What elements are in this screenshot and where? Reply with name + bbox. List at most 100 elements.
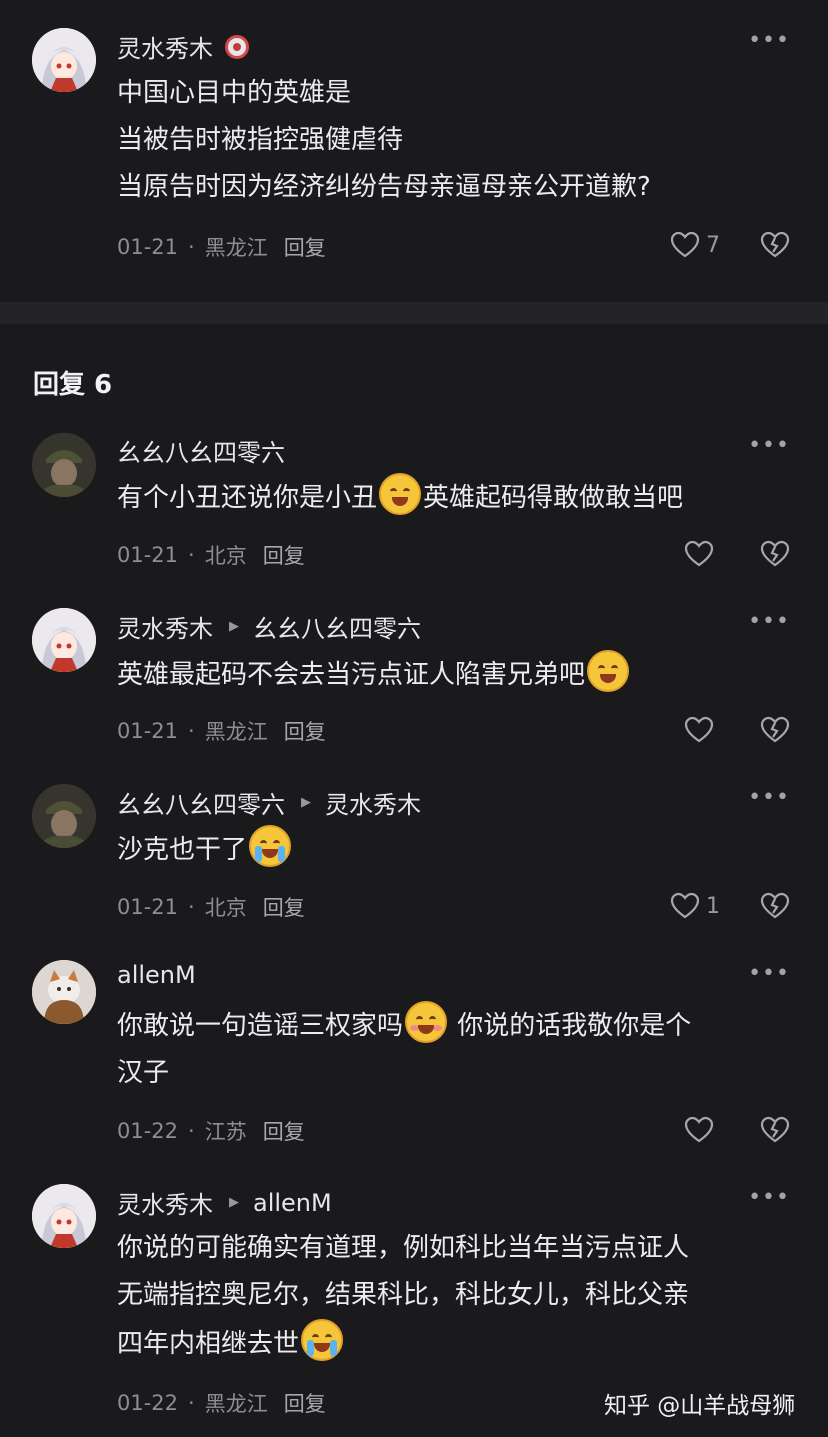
comment-meta: 01-21 · 北京 回复: [117, 540, 305, 570]
section-divider: [0, 302, 828, 324]
author-name[interactable]: 幺幺八幺四零六: [117, 433, 285, 468]
like-count: 7: [706, 232, 720, 258]
watermark: 知乎 @山羊战母狮: [604, 1393, 796, 1419]
comment-location: 北京: [204, 544, 247, 568]
lion-badge-icon: [225, 34, 249, 59]
like-count: 1: [706, 893, 720, 919]
meta-separator: ·: [188, 895, 195, 919]
comment-author[interactable]: 幺幺八幺四零六: [117, 433, 285, 468]
text-segment: 有个小丑还说你是小丑: [117, 483, 378, 513]
comment-date: 01-21: [117, 719, 179, 743]
comment-line: 无端指控奥尼尔，结果科比，科比女儿，科比父亲: [117, 1280, 690, 1310]
heart-icon: [684, 1116, 714, 1143]
comment-line: 四年内相继去世: [117, 1319, 787, 1368]
text-segment: 四年内相继去世: [117, 1329, 300, 1359]
author-name[interactable]: 灵水秀木: [117, 29, 213, 64]
comment-line: 有个小丑还说你是小丑 英雄起码得敢做敢当吧: [117, 473, 787, 522]
comment-author[interactable]: 灵水秀木 ▶ 幺幺八幺四零六: [117, 609, 421, 644]
author-name[interactable]: 灵水秀木: [117, 1185, 213, 1220]
dislike-button[interactable]: [760, 540, 790, 572]
dislike-button[interactable]: [760, 716, 790, 748]
comment-text: 你敢说一句造谣三权家吗 你说的话我敬你是个 汉子: [117, 1001, 787, 1097]
like-button[interactable]: 7: [670, 231, 720, 259]
reply-arrow-icon: ▶: [301, 795, 311, 810]
dislike-button[interactable]: [760, 892, 790, 924]
crying-emoji: [249, 825, 292, 867]
comment-author[interactable]: allenM: [117, 961, 196, 989]
comment-line: 当被告时被指控强健虐待: [117, 125, 404, 155]
text-segment: 你说的话我敬你是个: [449, 1011, 692, 1041]
reply-to-name[interactable]: allenM: [253, 1189, 332, 1217]
reply-to-name[interactable]: 灵水秀木: [325, 785, 421, 820]
comment-line: 沙克也干了: [117, 825, 787, 874]
comment-line: 中国心目中的英雄是: [117, 78, 352, 108]
comment-date: 01-21: [117, 543, 179, 567]
text-segment: 沙克也干了: [117, 835, 248, 865]
reply-button[interactable]: 回复: [263, 892, 305, 922]
meta-separator: ·: [188, 1119, 195, 1143]
comment-line: 你说的可能确实有道理，例如科比当年当污点证人: [117, 1233, 690, 1263]
comment-line: 当原告时因为经济纠纷告母亲逼母亲公开道歉?: [117, 172, 651, 202]
like-button[interactable]: 1: [670, 892, 720, 920]
broken-heart-icon: [760, 716, 790, 743]
comment-date: 01-22: [117, 1391, 179, 1415]
heart-icon: [684, 716, 714, 743]
broken-heart-icon: [760, 1116, 790, 1143]
more-icon[interactable]: •••: [748, 28, 790, 53]
reply-button[interactable]: 回复: [263, 540, 305, 570]
author-name[interactable]: 灵水秀木: [117, 609, 213, 644]
comment-author[interactable]: 灵水秀木 ▶ allenM: [117, 1185, 332, 1220]
comment-meta: 01-22 · 黑龙江 回复: [117, 1388, 326, 1418]
reply-button[interactable]: 回复: [263, 1116, 305, 1146]
comment-author[interactable]: 灵水秀木: [117, 29, 249, 64]
comment-meta: 01-21 · 黑龙江 回复: [117, 232, 326, 262]
avatar[interactable]: [32, 1184, 96, 1248]
text-segment: 英雄起码得敢做敢当吧: [423, 483, 684, 513]
author-name[interactable]: allenM: [117, 961, 196, 989]
text-segment: 你敢说一句造谣三权家吗: [117, 1011, 404, 1041]
comment-location: 江苏: [204, 1120, 247, 1144]
like-button[interactable]: [684, 716, 720, 744]
comment-author[interactable]: 幺幺八幺四零六 ▶ 灵水秀木: [117, 785, 421, 820]
comment-meta: 01-21 · 北京 回复: [117, 892, 305, 922]
main-comment: 灵水秀木 ••• 中国心目中的英雄是 当被告时被指控强健虐待 当原告时因为经济纠…: [0, 0, 828, 302]
more-icon[interactable]: •••: [748, 961, 790, 986]
comment-line: 你敢说一句造谣三权家吗 你说的话我敬你是个: [117, 1001, 787, 1050]
comment-location: 黑龙江: [204, 720, 268, 744]
reply-button[interactable]: 回复: [284, 716, 326, 746]
comment-text: 英雄最起码不会去当污点证人陷害兄弟吧: [117, 650, 787, 699]
comment-date: 01-22: [117, 1119, 179, 1143]
meta-separator: ·: [188, 235, 195, 259]
more-icon[interactable]: •••: [748, 785, 790, 810]
more-icon[interactable]: •••: [748, 433, 790, 458]
dislike-button[interactable]: [760, 231, 790, 263]
comment-meta: 01-22 · 江苏 回复: [117, 1116, 305, 1146]
more-icon[interactable]: •••: [748, 609, 790, 634]
heart-icon: [670, 231, 700, 258]
dislike-button[interactable]: [760, 1116, 790, 1148]
meta-separator: ·: [188, 719, 195, 743]
comment-line: 汉子: [117, 1058, 170, 1088]
blushing-smile-emoji: [405, 1001, 448, 1043]
reply-arrow-icon: ▶: [229, 1195, 239, 1210]
comment-location: 黑龙江: [204, 236, 268, 260]
broken-heart-icon: [760, 540, 790, 567]
broken-heart-icon: [760, 892, 790, 919]
avatar[interactable]: [32, 433, 96, 497]
reply-arrow-icon: ▶: [229, 619, 239, 634]
avatar[interactable]: [32, 28, 96, 92]
like-button[interactable]: [684, 540, 720, 568]
author-name[interactable]: 幺幺八幺四零六: [117, 785, 285, 820]
reply-button[interactable]: 回复: [284, 1388, 326, 1418]
more-icon[interactable]: •••: [748, 1185, 790, 1210]
crying-emoji: [301, 1319, 344, 1361]
meta-separator: ·: [188, 543, 195, 567]
avatar[interactable]: [32, 608, 96, 672]
avatar[interactable]: [32, 960, 96, 1024]
reply-button[interactable]: 回复: [284, 232, 326, 262]
like-button[interactable]: [684, 1116, 720, 1144]
comment-location: 黑龙江: [204, 1392, 268, 1416]
heart-icon: [670, 892, 700, 919]
reply-to-name[interactable]: 幺幺八幺四零六: [253, 609, 421, 644]
avatar[interactable]: [32, 784, 96, 848]
